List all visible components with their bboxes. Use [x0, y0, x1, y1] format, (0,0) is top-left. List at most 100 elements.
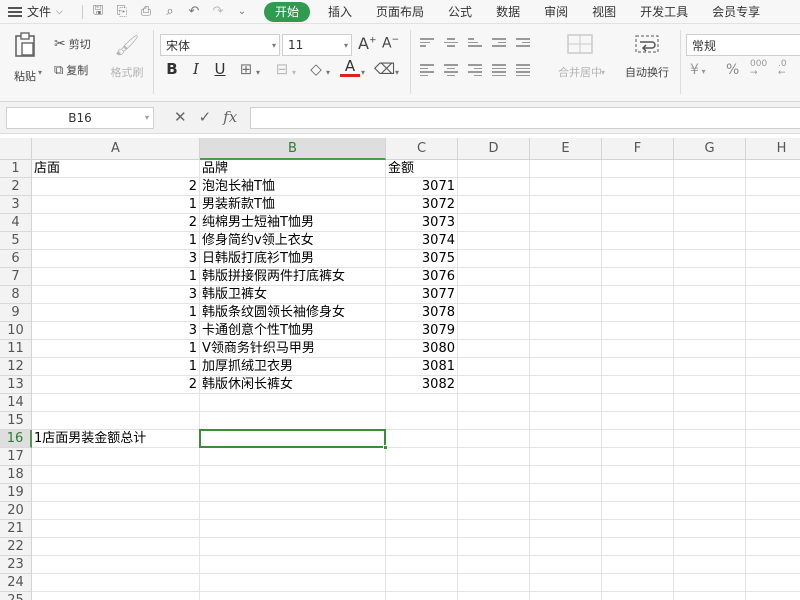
confirm-icon[interactable]: ✓	[199, 108, 212, 126]
row-header-13[interactable]: 13	[0, 376, 32, 394]
cell-a2[interactable]: 2	[32, 178, 200, 196]
tab-page-layout[interactable]: 页面布局	[364, 2, 436, 22]
cell-b6[interactable]: 日韩版打底衫T恤男	[200, 250, 386, 268]
tab-review[interactable]: 审阅	[532, 2, 580, 22]
cell-c7[interactable]: 3076	[386, 268, 458, 286]
cell-b10[interactable]: 卡通创意个性T恤男	[200, 322, 386, 340]
cell-a16[interactable]: 1店面男装金额总计	[32, 430, 200, 448]
paste-dropdown-icon[interactable]: ▾	[38, 68, 42, 77]
function-icon[interactable]: fx	[223, 108, 237, 126]
cancel-icon[interactable]: ✕	[174, 108, 187, 126]
align-bottom-icon[interactable]	[468, 38, 482, 49]
row-header-8[interactable]: 8	[0, 286, 32, 304]
export-pdf-icon[interactable]: ⎘	[113, 4, 131, 19]
format-painter-button[interactable]: 🖌 格式刷	[107, 32, 147, 80]
row-header-24[interactable]: 24	[0, 574, 32, 592]
cell-a6[interactable]: 3	[32, 250, 200, 268]
currency-icon[interactable]: ¥ ▾	[690, 62, 705, 78]
cell-a7[interactable]: 1	[32, 268, 200, 286]
increase-indent-icon[interactable]	[516, 38, 530, 49]
tab-member[interactable]: 会员专享	[700, 2, 772, 22]
column-header-e[interactable]: E	[530, 138, 602, 160]
cell-c11[interactable]: 3080	[386, 340, 458, 358]
undo-icon[interactable]: ↶	[185, 4, 203, 19]
cell-a5[interactable]: 1	[32, 232, 200, 250]
fill-handle[interactable]	[383, 445, 388, 450]
name-box[interactable]: B16 ▾	[6, 107, 154, 129]
decrease-indent-icon[interactable]	[492, 38, 506, 49]
cell-c9[interactable]: 3078	[386, 304, 458, 322]
cell-c2[interactable]: 3071	[386, 178, 458, 196]
cell-a3[interactable]: 1	[32, 196, 200, 214]
cell-b2[interactable]: 泡泡长袖T恤	[200, 178, 386, 196]
cell-a13[interactable]: 2	[32, 376, 200, 394]
row-header-10[interactable]: 10	[0, 322, 32, 340]
number-format-select[interactable]: 常规	[686, 34, 800, 56]
row-header-19[interactable]: 19	[0, 484, 32, 502]
column-header-a[interactable]: A	[32, 138, 200, 160]
column-header-d[interactable]: D	[458, 138, 530, 160]
bold-button[interactable]: B	[162, 60, 182, 78]
cell-a11[interactable]: 1	[32, 340, 200, 358]
tab-developer[interactable]: 开发工具	[628, 2, 700, 22]
cell-b3[interactable]: 男装新款T恤	[200, 196, 386, 214]
tab-view[interactable]: 视图	[580, 2, 628, 22]
cell-c8[interactable]: 3077	[386, 286, 458, 304]
row-header-16[interactable]: 16	[0, 430, 32, 448]
row-header-2[interactable]: 2	[0, 178, 32, 196]
eraser-icon[interactable]: ⌫	[374, 60, 395, 78]
wrap-text-button[interactable]: 自动换行	[620, 34, 674, 80]
column-header-g[interactable]: G	[674, 138, 746, 160]
row-header-11[interactable]: 11	[0, 340, 32, 358]
cell-c6[interactable]: 3075	[386, 250, 458, 268]
cell-b1[interactable]: 品牌	[200, 160, 386, 178]
underline-button[interactable]: U	[210, 60, 230, 78]
column-header-b[interactable]: B	[200, 138, 386, 160]
thousands-separator-icon[interactable]: 000 →	[750, 60, 767, 78]
column-header-h[interactable]: H	[746, 138, 800, 160]
column-header-f[interactable]: F	[602, 138, 674, 160]
merge-center-button[interactable]: 合并居中	[552, 34, 608, 80]
row-header-15[interactable]: 15	[0, 412, 32, 430]
row-header-25[interactable]: 25	[0, 592, 32, 600]
grow-font-icon[interactable]: A+	[358, 34, 377, 53]
row-header-3[interactable]: 3	[0, 196, 32, 214]
cell-c1[interactable]: 金额	[386, 160, 458, 178]
paste-button[interactable]: 粘贴	[8, 32, 42, 84]
align-left-icon[interactable]	[420, 64, 434, 76]
merge-style-icon[interactable]: ⊟	[272, 60, 292, 78]
cell-b7[interactable]: 韩版拼接假两件打底裤女	[200, 268, 386, 286]
chevron-down-icon[interactable]: ▾	[256, 68, 260, 77]
cell-b12[interactable]: 加厚抓绒卫衣男	[200, 358, 386, 376]
chevron-down-icon[interactable]: ▾	[601, 68, 605, 77]
font-size-select[interactable]: 11 ▾	[282, 34, 352, 56]
cell-b9[interactable]: 韩版条纹圆领长袖修身女	[200, 304, 386, 322]
cell-b5[interactable]: 修身简约v领上衣女	[200, 232, 386, 250]
fill-color-icon[interactable]: ◇	[306, 60, 326, 78]
row-header-17[interactable]: 17	[0, 448, 32, 466]
cell-a4[interactable]: 2	[32, 214, 200, 232]
cell-c12[interactable]: 3081	[386, 358, 458, 376]
column-header-c[interactable]: C	[386, 138, 458, 160]
italic-button[interactable]: I	[186, 60, 206, 78]
row-header-5[interactable]: 5	[0, 232, 32, 250]
cell-b8[interactable]: 韩版卫裤女	[200, 286, 386, 304]
font-color-icon[interactable]: A	[340, 58, 360, 77]
cell-c5[interactable]: 3074	[386, 232, 458, 250]
spreadsheet-grid[interactable]: A B C D E F G H 1 2 3 4 5 6 7 8 9 10 11 12 13 14 15 16 17 18 19 20 2…	[0, 138, 800, 600]
file-menu[interactable]: 文件 ⌵	[0, 3, 82, 20]
cell-c10[interactable]: 3079	[386, 322, 458, 340]
align-middle-icon[interactable]	[444, 38, 458, 49]
cell-a12[interactable]: 1	[32, 358, 200, 376]
chevron-down-icon[interactable]: ▾	[326, 68, 330, 77]
formula-input[interactable]	[250, 107, 800, 129]
borders-icon[interactable]: ⊞	[236, 60, 256, 78]
row-header-20[interactable]: 20	[0, 502, 32, 520]
chevron-down-icon[interactable]: ▾	[395, 68, 399, 77]
select-all-corner[interactable]	[0, 138, 32, 160]
cell-a8[interactable]: 3	[32, 286, 200, 304]
row-header-4[interactable]: 4	[0, 214, 32, 232]
distributed-icon[interactable]	[516, 64, 530, 76]
align-top-icon[interactable]	[420, 38, 434, 49]
cell-b4[interactable]: 纯棉男士短袖T恤男	[200, 214, 386, 232]
